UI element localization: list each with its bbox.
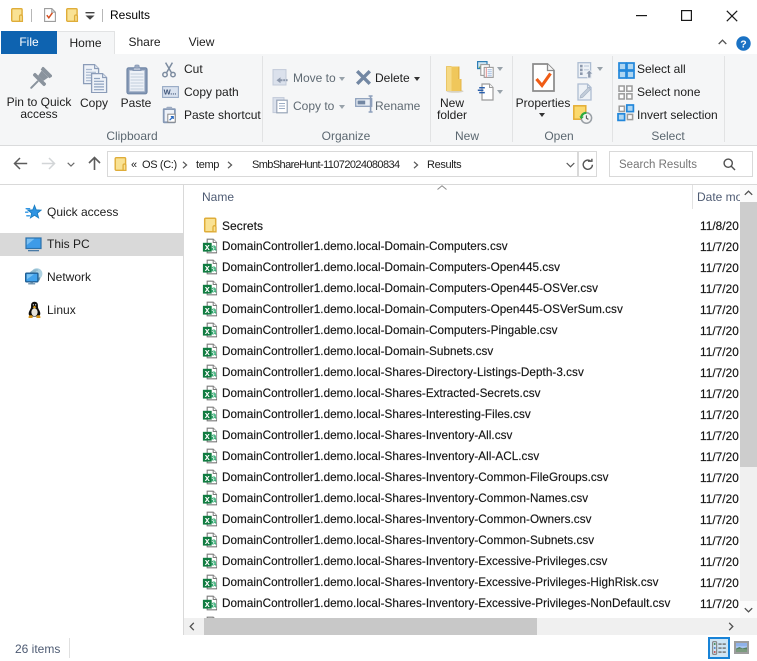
svg-text:a: a (211, 389, 217, 399)
svg-text:x: x (205, 347, 210, 357)
svg-text:x: x (205, 473, 210, 483)
svg-text:W...: W... (164, 88, 177, 97)
svg-text:x: x (205, 536, 210, 546)
svg-text:x: x (205, 557, 210, 567)
svg-text:x: x (205, 410, 210, 420)
svg-text:a: a (211, 473, 217, 483)
svg-text:x: x (205, 452, 210, 462)
svg-text:x: x (205, 389, 210, 399)
svg-text:x: x (205, 578, 210, 588)
svg-text:x: x (205, 599, 210, 609)
svg-text:a: a (211, 326, 217, 336)
svg-text:a: a (211, 263, 217, 273)
svg-text:x: x (205, 431, 210, 441)
svg-text:x: x (205, 494, 210, 504)
svg-text:a: a (211, 536, 217, 546)
svg-text:a: a (211, 347, 217, 357)
svg-text:x: x (205, 326, 210, 336)
svg-text:x: x (205, 515, 210, 525)
svg-text:a: a (211, 305, 217, 315)
svg-text:a: a (211, 452, 217, 462)
svg-text:a: a (211, 515, 217, 525)
svg-text:x: x (205, 284, 210, 294)
svg-text:x: x (205, 242, 210, 252)
svg-text:a: a (211, 494, 217, 504)
svg-text:x: x (205, 305, 210, 315)
svg-text:a: a (211, 368, 217, 378)
svg-text:a: a (211, 284, 217, 294)
svg-text:?: ? (740, 38, 746, 50)
svg-text:a: a (211, 242, 217, 252)
svg-text:a: a (211, 431, 217, 441)
svg-text:x: x (205, 263, 210, 273)
svg-text:a: a (211, 599, 217, 609)
svg-text:a: a (211, 578, 217, 588)
svg-text:a: a (211, 410, 217, 420)
svg-text:x: x (205, 368, 210, 378)
svg-text:a: a (211, 557, 217, 567)
